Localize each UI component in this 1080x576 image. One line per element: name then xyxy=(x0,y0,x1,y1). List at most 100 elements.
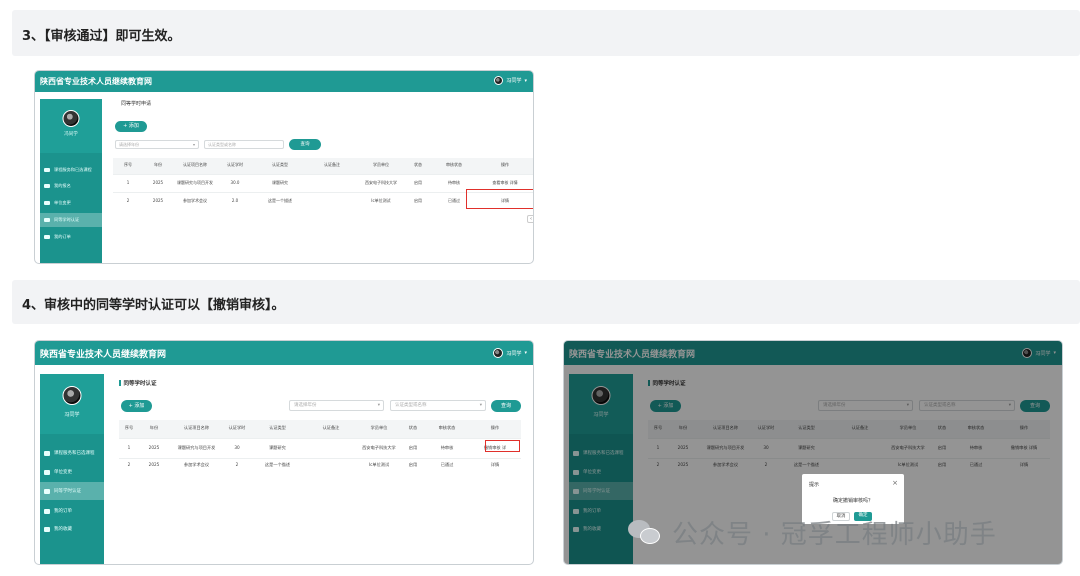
sidebar: 冯同学 课程服务和已选课程 单位变更 同等学时认证 我的订单 我的收藏 xyxy=(40,374,104,564)
sidebar-item-label: 同等学时认证 xyxy=(54,489,81,494)
year-select-placeholder: 请选择年份 xyxy=(294,403,317,408)
sidebar-item-equivalent-hours[interactable]: 同等学时认证 xyxy=(40,482,104,500)
query-button[interactable]: 查询 xyxy=(289,139,321,150)
details-link[interactable]: 详情 xyxy=(469,457,521,472)
sidebar-item-favorites[interactable]: 我的收藏 xyxy=(40,522,104,536)
certification-table: 序号 年份 认证项目名称 认证学时 认证类型 认证备注 学员单位 状态 审核状态… xyxy=(119,420,521,472)
user-menu[interactable]: 冯同学 ▾ xyxy=(493,348,527,358)
table-cell: 2025 xyxy=(139,437,169,458)
table-cell: 课题研究与项目开发 xyxy=(169,437,224,458)
column-header: 年份 xyxy=(143,158,173,174)
column-header: 状态 xyxy=(405,158,431,174)
chevron-down-icon: ▾ xyxy=(377,402,380,408)
watermark-text: 公众号 · 冠孚工程师小助手 xyxy=(672,520,997,550)
year-select[interactable]: 请选择年份 ▾ xyxy=(289,400,384,411)
user-menu[interactable]: 冯同学 ▾ xyxy=(494,76,527,85)
page-title: 同等学时认证 xyxy=(119,379,157,387)
close-icon[interactable]: × xyxy=(892,479,898,487)
profile-name: 冯同学 xyxy=(64,132,78,137)
site-title[interactable]: 陕西省专业技术人员继续教育网 xyxy=(40,347,166,360)
step-4-heading: 4、审核中的同等学时认证可以【撤销审核】。 xyxy=(22,298,285,313)
step-3-heading: 3、【审核通过】即可生效。 xyxy=(22,29,181,44)
sidebar-item-enrollment[interactable]: 我的报名 xyxy=(40,180,102,192)
sidebar-item-label: 我的报名 xyxy=(54,183,71,188)
chevron-down-icon: ▾ xyxy=(192,141,195,147)
year-select-placeholder: 请选择年份 xyxy=(119,142,139,147)
table-cell xyxy=(305,437,357,458)
table-cell: 1 xyxy=(119,437,139,458)
query-button[interactable]: 查询 xyxy=(491,400,521,412)
table-cell: 西安电子科技大学 xyxy=(357,173,405,192)
table-cell: 启用 xyxy=(401,437,425,458)
type-search-input[interactable]: 认证类型或名称 ▾ xyxy=(390,400,486,411)
sidebar-item-courses[interactable]: 课程服务和已选课程 xyxy=(40,164,102,176)
folder-icon xyxy=(44,201,50,205)
column-header: 认证学时 xyxy=(217,158,253,174)
table-cell: 启用 xyxy=(405,173,431,192)
type-search-input[interactable]: 认证类型或名称 xyxy=(204,140,284,149)
profile-avatar[interactable] xyxy=(62,110,80,127)
dialog-message: 确定撤销审核吗？ xyxy=(832,498,873,504)
folder-icon xyxy=(44,235,50,239)
table-header-row: 序号 年份 认证项目名称 认证学时 认证类型 认证备注 学员单位 状态 审核状态… xyxy=(113,158,533,174)
user-avatar-icon xyxy=(493,348,504,358)
column-header: 序号 xyxy=(113,158,143,174)
sidebar-item-label: 单位变更 xyxy=(54,470,72,475)
sidebar-item-label: 课程服务和已选课程 xyxy=(54,167,92,172)
sidebar-item-label: 同等学时认证 xyxy=(54,217,80,222)
table-cell: 2 xyxy=(224,457,250,472)
table-cell: 西安电子科技大学 xyxy=(357,437,401,458)
column-header: 认证类型 xyxy=(250,420,305,438)
table-cell: 2 xyxy=(113,191,143,210)
pagination: ‹ 1 › xyxy=(527,215,533,223)
sidebar-item-label: 我的收藏 xyxy=(54,527,72,532)
table-row: 1 2025 课题研究与项目开发 30 课题研究 西安电子科技大学 启用 待审核… xyxy=(119,437,521,458)
type-search-placeholder: 认证类型或名称 xyxy=(395,403,427,408)
table-cell: 启用 xyxy=(401,457,425,472)
table-cell xyxy=(307,191,357,210)
sidebar-item-orders[interactable]: 我的订单 xyxy=(40,231,102,243)
add-button[interactable]: + 添加 xyxy=(115,121,147,132)
sidebar-item-orders[interactable]: 我的订单 xyxy=(40,504,104,518)
page-title: 同等学时申请 xyxy=(121,101,152,107)
column-header: 年份 xyxy=(139,420,169,438)
table-cell: 这是一个描述 xyxy=(250,457,305,472)
column-header: 操作 xyxy=(469,420,521,438)
table-cell: 参加学术会议 xyxy=(173,191,217,210)
table-cell: 启用 xyxy=(405,191,431,210)
profile-avatar[interactable] xyxy=(62,386,82,405)
top-bar: 陕西省专业技术人员继续教育网 冯同学 ▾ xyxy=(35,341,533,365)
table-cell: 1 xyxy=(113,173,143,192)
table-cell: 2.0 xyxy=(217,191,253,210)
column-header: 学员单位 xyxy=(357,420,401,438)
page-title-text: 同等学时认证 xyxy=(123,381,157,387)
column-header: 认证项目名称 xyxy=(173,158,217,174)
sidebar-item-label: 我的订单 xyxy=(54,509,72,514)
column-header: 审核状态 xyxy=(425,420,469,438)
sidebar-profile: 冯同学 xyxy=(40,374,104,434)
sidebar-item-label: 单位变更 xyxy=(54,200,71,205)
add-button[interactable]: + 添加 xyxy=(121,400,152,412)
highlight-box xyxy=(466,189,533,209)
sidebar-item-unit-change[interactable]: 单位变更 xyxy=(40,197,102,209)
prev-page-button[interactable]: ‹ xyxy=(527,215,533,223)
user-avatar-icon xyxy=(494,76,504,85)
column-header: 认证备注 xyxy=(305,420,357,438)
table-cell: 30 xyxy=(224,437,250,458)
table-cell: 参加学术会议 xyxy=(169,457,224,472)
sidebar-item-equivalent-hours[interactable]: 同等学时认证 xyxy=(40,213,102,227)
sidebar-item-courses[interactable]: 课程服务和已选课程 xyxy=(40,446,104,460)
column-header: 审核状态 xyxy=(431,158,477,174)
top-bar: 陕西省专业技术人员继续教育网 冯同学 ▾ xyxy=(35,71,533,92)
review-status-passed: 已通过 xyxy=(425,457,469,472)
table-cell: Ic单位测试 xyxy=(357,457,401,472)
sidebar-item-unit-change[interactable]: 单位变更 xyxy=(40,465,104,479)
table-cell xyxy=(307,173,357,192)
main-content: 同等学时认证 + 添加 请选择年份 ▾ 认证类型或名称 ▾ 查询 序号 年份 认证项… xyxy=(105,365,533,564)
table-row: 2 2025 参加学术会议 2 这是一个描述 Ic单位测试 启用 已通过 详情 xyxy=(119,457,521,472)
table-cell: Ic单位测试 xyxy=(357,191,405,210)
folder-icon xyxy=(44,526,50,532)
site-title[interactable]: 陕西省专业技术人员继续教育网 xyxy=(40,76,152,87)
year-select[interactable]: 请选择年份 ▾ xyxy=(115,140,199,149)
table-cell: 这是一个描述 xyxy=(253,191,307,210)
